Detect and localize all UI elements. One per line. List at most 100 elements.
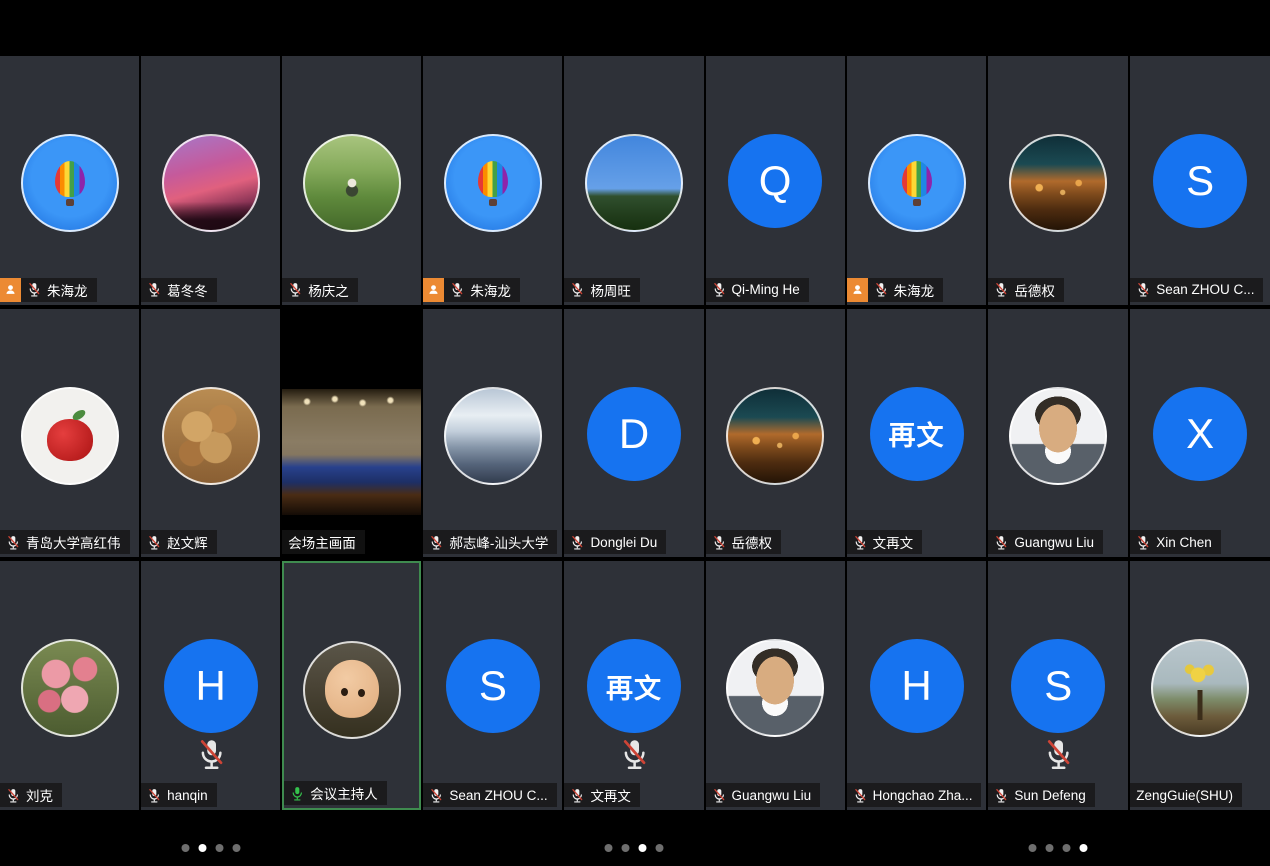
participant-avatar: H [870,639,964,733]
mic-status-icon [994,787,1008,804]
participant-tile[interactable]: 朱海龙 [0,56,139,305]
participant-tile[interactable]: 郝志峰-汕头大学 [423,309,562,558]
participant-tile[interactable]: 赵文辉 [141,309,280,558]
participant-tile[interactable]: Guangwu Liu [706,561,845,810]
participant-avatar: S [1153,134,1247,228]
name-chip: Guangwu Liu [706,783,821,807]
participant-tile[interactable]: S Sun Defeng [988,561,1128,810]
participant-avatar [726,387,824,485]
participant-tile[interactable]: 会场主画面 [282,309,421,558]
name-chip: 杨周旺 [564,278,640,302]
mic-status-icon [570,281,584,298]
participant-tile[interactable]: Guangwu Liu [988,309,1128,558]
pagination-dot[interactable] [604,844,612,852]
participant-avatar [585,134,683,232]
mic-status-icon [27,281,41,298]
participant-avatar [21,639,119,737]
participant-tile[interactable]: 杨庆之 [282,56,421,305]
name-chip: Hongchao Zha... [847,783,982,807]
participant-name: 岳德权 [1014,280,1055,300]
name-chip: 刘克 [0,783,62,807]
participant-name: Sean ZHOU C... [1156,282,1254,297]
avatar-initial: 再文 [870,387,964,481]
mic-status-icon [570,534,584,551]
name-chip: 郝志峰-汕头大学 [423,530,557,554]
participant-tile[interactable]: ZengGuie(SHU) [1130,561,1270,810]
mic-status-icon [429,787,443,804]
participant-tile[interactable]: D Donglei Du [564,309,703,558]
mic-status-icon [147,787,161,804]
participant-tile[interactable]: H Hongchao Zha... [847,561,987,810]
participant-tile[interactable]: 朱海龙 [423,56,562,305]
pagination-dots [1029,844,1088,852]
screen-panel-1: 朱海龙 葛冬冬 [0,0,423,866]
host-badge-icon [0,278,21,302]
screen-panel-3: 朱海龙 岳德权 S [847,0,1270,866]
avatar-initial: Q [728,134,822,228]
participant-avatar: 再文 [870,387,964,481]
mic-status-icon [147,534,161,551]
pagination-dot[interactable] [1029,844,1037,852]
pagination-dot[interactable] [1063,844,1071,852]
participant-name: 郝志峰-汕头大学 [449,532,548,552]
host-badge-icon [423,278,444,302]
name-chip: 赵文辉 [141,530,217,554]
mic-status-icon [290,785,304,802]
pagination-dot[interactable] [655,844,663,852]
participant-tile[interactable]: S Sean ZHOU C... [423,561,562,810]
participant-tile[interactable]: 葛冬冬 [141,56,280,305]
participant-tile[interactable]: 朱海龙 [847,56,987,305]
name-chip: 岳德权 [988,278,1064,302]
participant-tile[interactable]: S Sean ZHOU C... [1130,56,1270,305]
participant-name: 杨周旺 [590,280,631,300]
participant-tile[interactable]: 青岛大学高红伟 [0,309,139,558]
participant-tile[interactable]: 岳德权 [706,309,845,558]
gallery-stage: 朱海龙 葛冬冬 [0,0,1270,866]
participant-tile[interactable]: 刘克 [0,561,139,810]
mic-status-icon [147,281,161,298]
participant-avatar: X [1153,387,1247,481]
avatar-initial: S [1011,639,1105,733]
pagination-dot[interactable] [621,844,629,852]
mic-status-icon [712,534,726,551]
participant-tile[interactable]: Q Qi-Ming He [706,56,845,305]
participant-avatar [21,134,119,232]
participant-tile[interactable]: 岳德权 [988,56,1128,305]
participant-tile[interactable]: 会议主持人 [282,561,421,810]
participant-tile[interactable]: 杨周旺 [564,56,703,305]
mic-status-icon [570,787,584,804]
participant-name: 朱海龙 [47,280,88,300]
name-chip: 朱海龙 [0,278,97,302]
pagination-dot[interactable] [1080,844,1088,852]
participant-name: 赵文辉 [167,532,208,552]
participant-name: 葛冬冬 [167,280,208,300]
pagination-dot[interactable] [232,844,240,852]
participant-avatar: 再文 [587,639,681,733]
mic-status-icon [6,534,20,551]
participant-name: Xin Chen [1156,535,1212,550]
name-chip: 朱海龙 [423,278,520,302]
pagination-dot[interactable] [1046,844,1054,852]
pagination-dot[interactable] [198,844,206,852]
name-chip: Sun Defeng [988,783,1094,807]
pagination-dot[interactable] [181,844,189,852]
participant-tile[interactable]: X Xin Chen [1130,309,1270,558]
avatar-initial: S [1153,134,1247,228]
pagination-dot[interactable] [638,844,646,852]
participant-name: 文再文 [873,532,914,552]
participant-tile[interactable]: 再文 文再文 [847,309,987,558]
pagination-dot[interactable] [215,844,223,852]
participant-tile[interactable]: 再文 文再文 [564,561,703,810]
mic-muted-icon [196,735,226,773]
participant-avatar: D [587,387,681,481]
avatar-initial: X [1153,387,1247,481]
name-chip: 青岛大学高红伟 [0,530,130,554]
participant-name: 刘克 [26,785,53,805]
avatar-initial: 再文 [587,639,681,733]
pagination-dots [181,844,240,852]
participant-grid: 朱海龙 杨周旺 Q [423,56,844,810]
participant-tile[interactable]: H hanqin [141,561,280,810]
avatar-initial: S [446,639,540,733]
mic-status-icon [712,281,726,298]
participant-name: hanqin [167,788,208,803]
